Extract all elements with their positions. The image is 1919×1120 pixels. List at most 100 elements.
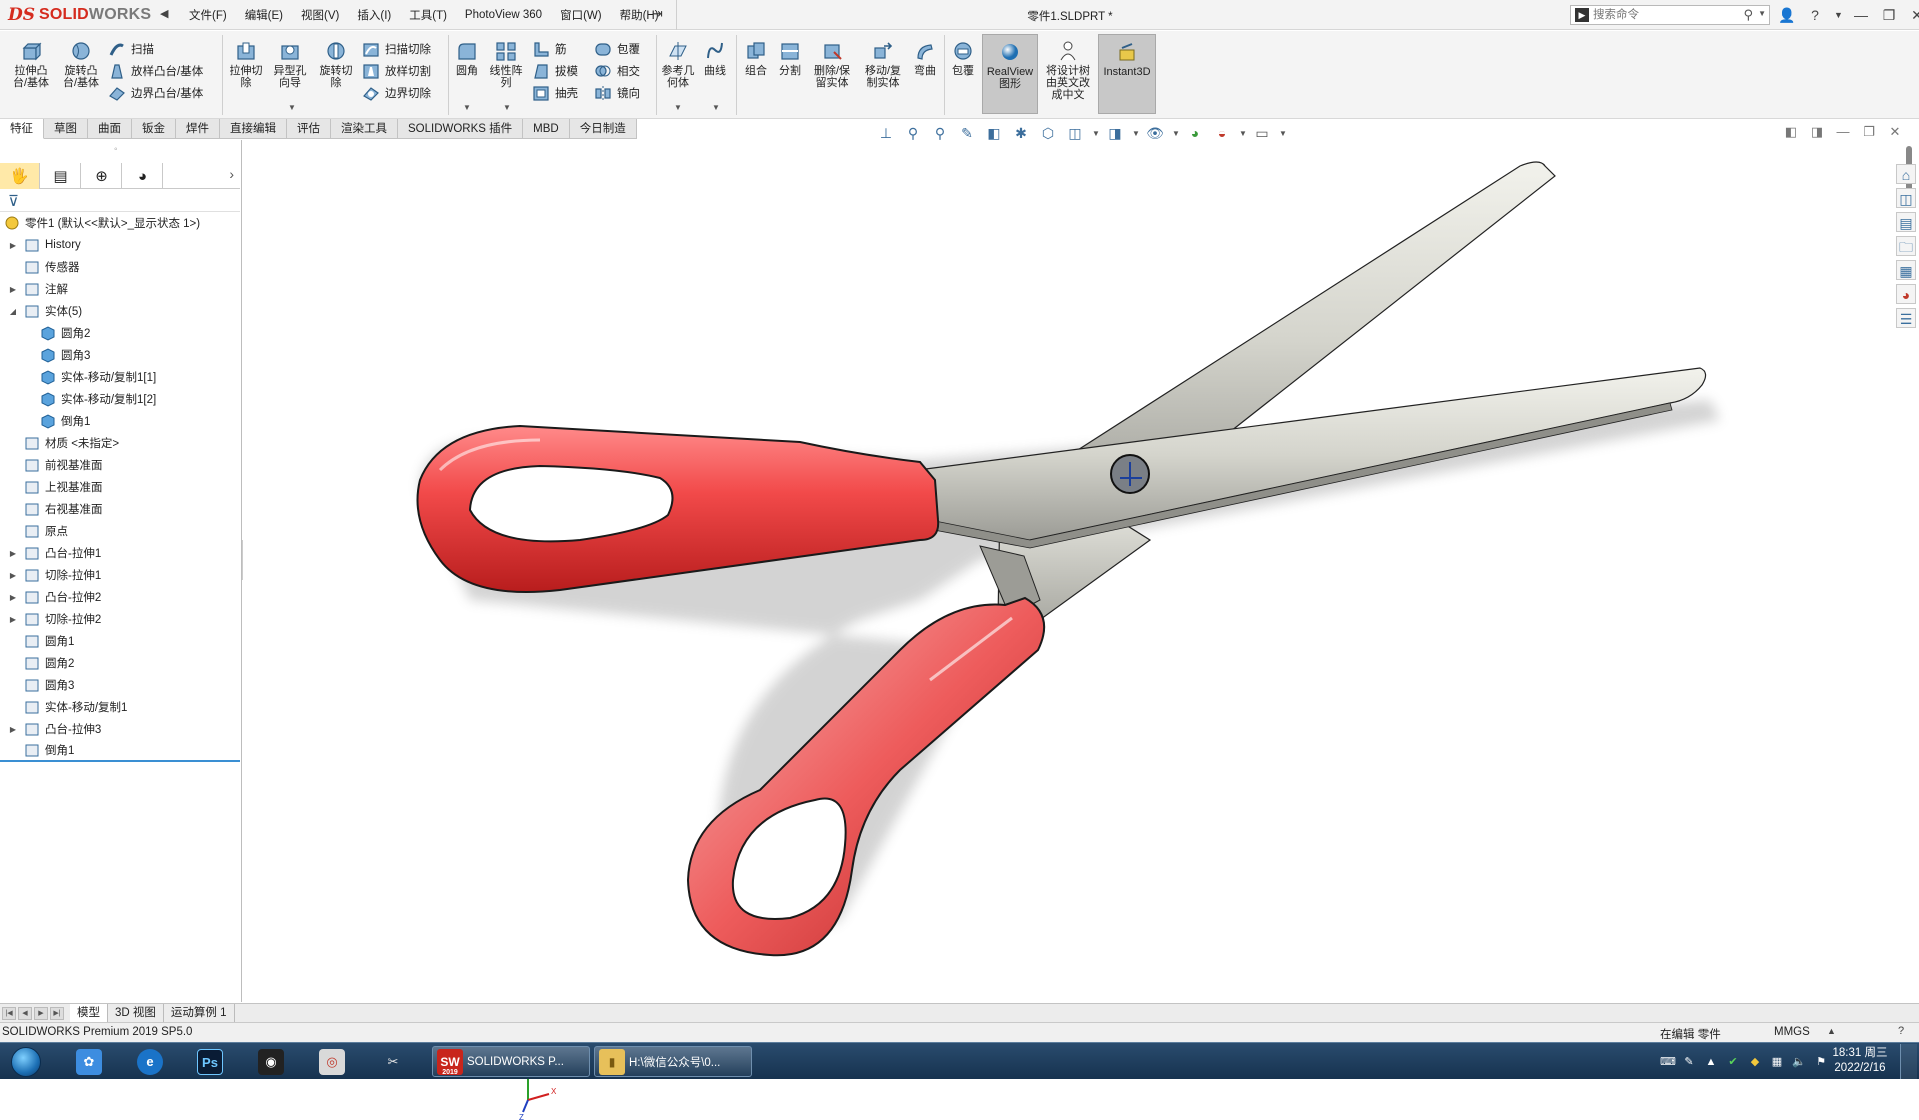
- tree-item[interactable]: 实体-移动/复制1[1]: [0, 366, 240, 388]
- loft-button[interactable]: 放样凸台/基体: [108, 62, 203, 80]
- tree-item[interactable]: 圆角1: [0, 630, 240, 652]
- tree-filter[interactable]: ⊽: [0, 190, 240, 212]
- tree-item[interactable]: ▶ 切除-拉伸1: [0, 564, 240, 586]
- tree-item[interactable]: 圆角3: [0, 674, 240, 696]
- prev-tab-icon[interactable]: ◀: [18, 1006, 32, 1020]
- graphics-area[interactable]: Y X Z: [243, 140, 1919, 1120]
- tree-item[interactable]: ▶ 凸台-拉伸1: [0, 542, 240, 564]
- property-manager-tab-icon[interactable]: ▤: [41, 163, 81, 189]
- expand-arrow-icon[interactable]: ▶: [8, 285, 18, 294]
- rib-button[interactable]: 筋: [532, 40, 567, 58]
- tree-item[interactable]: 圆角3: [0, 344, 240, 366]
- solidworks-logo[interactable]: DS SOLIDWORKS: [8, 3, 154, 27]
- combine-button[interactable]: 组合: [740, 40, 772, 77]
- tree-item[interactable]: 材质 <未指定>: [0, 432, 240, 454]
- search-commands-box[interactable]: ▶ ⚲ ▼: [1570, 5, 1770, 25]
- units-system[interactable]: MMGS: [1774, 1026, 1810, 1038]
- keyboard-icon[interactable]: ⌨: [1660, 1055, 1676, 1069]
- sweep-button[interactable]: 扫描: [108, 40, 154, 58]
- antivirus-icon[interactable]: ◆: [1748, 1055, 1762, 1069]
- viewport-close-icon[interactable]: ✕: [1888, 124, 1902, 140]
- tree-item[interactable]: 传感器: [0, 256, 240, 278]
- linear-pattern-button[interactable]: 线性阵列: [486, 40, 526, 89]
- menu-edit[interactable]: 编辑(E): [236, 7, 292, 23]
- boundary-cut-button[interactable]: 边界切除: [362, 84, 431, 102]
- menu-file[interactable]: 文件(F): [180, 7, 236, 23]
- tab-manufacturing[interactable]: 今日制造: [569, 119, 637, 139]
- chevron-down-icon[interactable]: ▼: [1172, 129, 1180, 138]
- tree-item[interactable]: 右视基准面: [0, 498, 240, 520]
- reference-geometry-button[interactable]: 参考几何体: [660, 40, 696, 89]
- menu-tools[interactable]: 工具(T): [400, 7, 456, 23]
- pen-icon[interactable]: ✎: [1682, 1055, 1696, 1069]
- expand-arrow-icon[interactable]: ▶: [8, 725, 18, 734]
- expand-arrow-icon[interactable]: ▶: [8, 241, 18, 250]
- translate-tree-button[interactable]: 将设计树由英文改成中文: [1042, 40, 1094, 101]
- curves-button[interactable]: 曲线: [698, 40, 732, 77]
- chevron-down-icon[interactable]: ▼: [1092, 129, 1100, 138]
- search-input[interactable]: [1593, 7, 1743, 23]
- tree-item[interactable]: 前视基准面: [0, 454, 240, 476]
- mirror-button[interactable]: 镜向: [594, 84, 640, 102]
- chevron-down-icon[interactable]: ▼: [712, 103, 720, 112]
- tab-weldments[interactable]: 焊件: [176, 119, 220, 139]
- boundary-boss-button[interactable]: 边界凸台/基体: [108, 84, 203, 102]
- start-button[interactable]: [6, 1046, 46, 1077]
- user-icon[interactable]: 👤: [1778, 7, 1796, 24]
- tree-item[interactable]: 上视基准面: [0, 476, 240, 498]
- chevron-up-icon[interactable]: ▲: [1704, 1055, 1718, 1069]
- flag-icon[interactable]: ⚑: [1814, 1055, 1828, 1069]
- taskbar-pin-4[interactable]: ◉: [254, 1046, 288, 1077]
- chevron-down-icon[interactable]: ▼: [1834, 10, 1843, 20]
- taskbar-pin-1[interactable]: ✿: [72, 1046, 106, 1077]
- tab-surfaces[interactable]: 曲面: [88, 119, 132, 139]
- tab-evaluate[interactable]: 评估: [287, 119, 331, 139]
- first-tab-icon[interactable]: |◀: [2, 1006, 16, 1020]
- custom-properties-icon[interactable]: ☰: [1896, 308, 1916, 328]
- delete-keep-body-button[interactable]: 删除/保留实体: [810, 40, 854, 89]
- flex-button[interactable]: 弯曲: [910, 40, 940, 77]
- tab-3d-views[interactable]: 3D 视图: [108, 1003, 164, 1023]
- clock[interactable]: 18:31 周三 2022/2/16: [1828, 1046, 1892, 1076]
- home-icon[interactable]: ⌂: [1896, 164, 1916, 184]
- extrude-cut-button[interactable]: 拉伸切除: [226, 40, 266, 89]
- taskbar-pin-3[interactable]: Ps: [193, 1046, 227, 1077]
- scissors-model[interactable]: [243, 140, 1919, 1002]
- tree-item[interactable]: ▶ 凸台-拉伸3: [0, 718, 240, 740]
- swept-cut-button[interactable]: 扫描切除: [362, 40, 431, 58]
- chevron-up-icon[interactable]: ▲: [1827, 1026, 1836, 1036]
- chevron-down-icon[interactable]: ▼: [1279, 129, 1287, 138]
- menu-insert[interactable]: 插入(I): [348, 7, 400, 23]
- expand-arrow-icon[interactable]: ▶: [8, 549, 18, 558]
- shell-button[interactable]: 抽壳: [532, 84, 578, 102]
- viewport-restore-icon[interactable]: ❐: [1862, 124, 1876, 140]
- tree-item[interactable]: 实体-移动/复制1: [0, 696, 240, 718]
- chevron-right-icon[interactable]: ›: [229, 166, 234, 182]
- chevron-down-icon[interactable]: ▼: [1132, 129, 1140, 138]
- tab-direct-editing[interactable]: 直接编辑: [220, 119, 287, 139]
- tree-item[interactable]: ◢ 实体(5): [0, 300, 240, 322]
- security-icon[interactable]: ✔: [1726, 1055, 1740, 1069]
- tab-mbd[interactable]: MBD: [523, 119, 570, 139]
- taskbar-pin-6[interactable]: ✂: [376, 1046, 410, 1077]
- wrap-tool-button[interactable]: 包覆: [948, 40, 978, 77]
- resources-icon[interactable]: ◫: [1896, 188, 1916, 208]
- last-tab-icon[interactable]: ▶|: [50, 1006, 64, 1020]
- chevron-down-icon[interactable]: ▼: [288, 103, 296, 112]
- draft-button[interactable]: 拔模: [532, 62, 578, 80]
- display-manager-tab-icon[interactable]: ◕: [123, 163, 163, 189]
- next-tab-icon[interactable]: ▶: [34, 1006, 48, 1020]
- lofted-cut-button[interactable]: 放样切割: [362, 62, 431, 80]
- minimize-icon[interactable]: —: [1852, 7, 1870, 23]
- menu-window[interactable]: 窗口(W): [551, 7, 611, 23]
- taskbar-pin-2[interactable]: e: [133, 1046, 167, 1077]
- viewport-minimize-icon[interactable]: —: [1836, 124, 1850, 140]
- tree-item[interactable]: 圆角2: [0, 322, 240, 344]
- tree-item[interactable]: 原点: [0, 520, 240, 542]
- tab-render-tools[interactable]: 渲染工具: [331, 119, 398, 139]
- expand-arrow-icon[interactable]: ▶: [8, 615, 18, 624]
- revolve-boss-button[interactable]: 旋转凸台/基体: [58, 40, 104, 89]
- restore-icon[interactable]: ❐: [1880, 7, 1898, 24]
- tab-model[interactable]: 模型: [70, 1003, 108, 1023]
- tab-sketch[interactable]: 草图: [44, 119, 88, 139]
